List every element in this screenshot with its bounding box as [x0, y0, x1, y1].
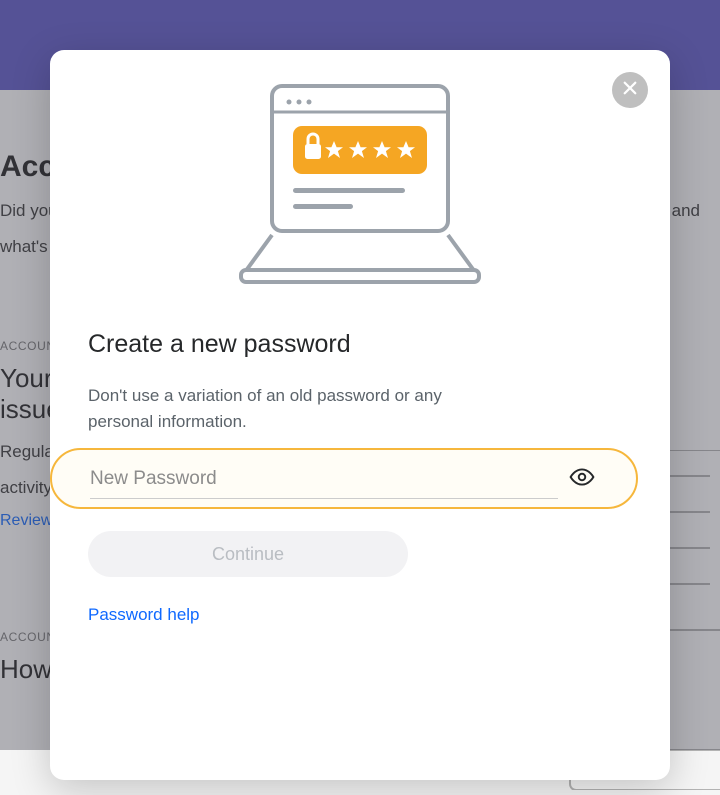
- modal-subtitle: Don't use a variation of an old password…: [88, 383, 508, 434]
- password-field-container: [50, 448, 638, 509]
- modal-title: Create a new password: [88, 330, 632, 359]
- password-illustration: [88, 50, 632, 330]
- new-password-input[interactable]: [90, 466, 558, 499]
- password-help-link[interactable]: Password help: [88, 605, 200, 624]
- close-button[interactable]: [612, 72, 648, 108]
- toggle-password-visibility-button[interactable]: [568, 469, 596, 497]
- continue-button[interactable]: Continue: [88, 531, 408, 577]
- close-icon: [621, 79, 639, 102]
- create-password-modal: Create a new password Don't use a variat…: [50, 50, 670, 780]
- eye-icon: [569, 464, 595, 495]
